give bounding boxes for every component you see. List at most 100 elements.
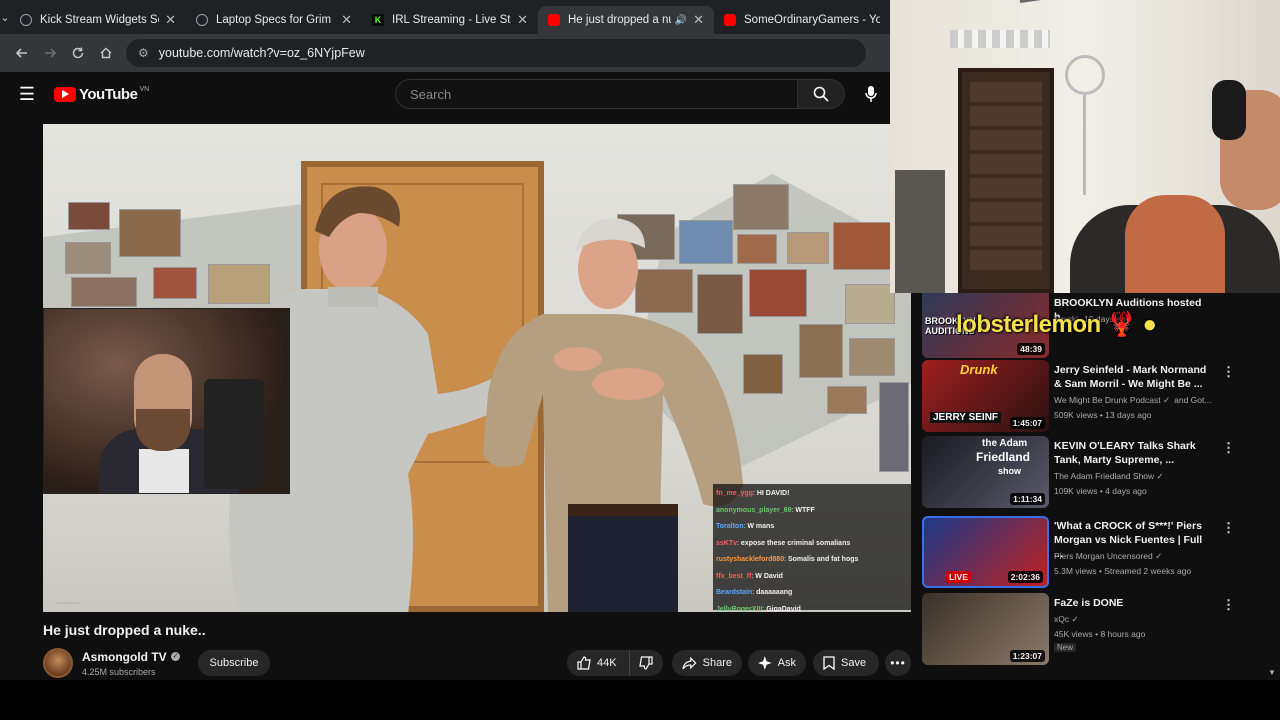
save-button[interactable]: Save [813,650,879,676]
wall-photo [833,222,891,270]
browser-tab[interactable]: He just dropped a nuk 🔊 ✕ [538,6,714,34]
subscriber-count: 4.25M subscribers [82,667,156,677]
video-thumbnail[interactable]: 2:02:36 LIVE [922,516,1049,588]
share-icon [682,656,697,669]
like-button[interactable]: 44K [567,650,629,676]
tab-close-icon[interactable]: ✕ [165,12,176,28]
chat-message: anonymous_player_69: WTFF [716,503,908,520]
save-label: Save [841,657,867,669]
back-icon[interactable] [8,39,36,67]
wall-photo [119,209,181,257]
stream-chat-overlay: fn_me_ygg: HI DAVID! anonymous_player_69:… [713,484,911,613]
more-vertical-icon[interactable]: ⋮ [1222,440,1235,456]
chat-message: ssKTv: expose these criminal somalians [716,536,908,553]
search-input[interactable]: Search [395,79,798,109]
recommendation-channel[interactable]: We Might Be Drunk Podcast ✓ and Got... [1054,393,1211,408]
wall-photo [799,324,843,378]
tab-audio-icon[interactable]: 🔊 [675,15,687,26]
recommendation-item[interactable]: 2:02:36 LIVE 'What a CROCK of S***!' Piers… [922,516,1280,592]
more-vertical-icon[interactable]: ⋮ [1222,520,1235,536]
video-title: He just dropped a nuke.. [43,622,206,638]
overlay-text: lobsterlemon [956,311,1101,338]
chat-message: rustyshackleford880: Somalis and fat hog… [716,552,908,569]
video-thumbnail[interactable]: Drunk JERRY SEINF 1:45:07 [922,360,1049,432]
verified-icon: ✓ [1069,614,1079,624]
irl-webcam [890,0,1280,293]
recommendation-channel[interactable]: xQc ✓ [1054,612,1079,627]
wall-photo [65,242,111,274]
chat-text: daaaaaang [756,589,793,596]
browser-tab[interactable]: K IRL Streaming - Live Strean ✕ [362,6,538,34]
video-player[interactable]: fn_me_ygg: HI DAVID! anonymous_player_69:… [43,124,911,612]
video-duration: 2:02:36 [1007,571,1043,583]
chat-text: HI DAVID! [756,490,790,497]
tab-close-icon[interactable]: ✕ [517,12,528,28]
ask-button[interactable]: Ask [748,650,806,676]
tab-close-icon[interactable]: ✕ [693,12,704,28]
tab-title: SomeOrdinaryGamers - Yo [744,14,880,26]
verified-icon: ✓ [1160,395,1171,405]
scroll-down-icon[interactable]: ▼ [1268,668,1276,677]
more-horizontal-icon: ••• [890,656,906,670]
url-text: youtube.com/watch?v=oz_6NYjpFew [158,46,365,60]
menu-icon[interactable]: ☰ [0,84,54,105]
wall-photo [787,232,829,264]
recommendation-item[interactable]: the Adam Friedland show 1:11:34 KEVIN O'LEAR… [922,436,1280,512]
browser-tab[interactable]: Kick Stream Widgets Setup ✕ [10,6,186,34]
ask-label: Ask [777,657,796,669]
site-info-icon[interactable]: ⚙ [138,46,149,60]
bottom-black-bar [0,680,1280,720]
forward-icon[interactable] [36,39,64,67]
more-vertical-icon[interactable]: ⋮ [1222,364,1235,380]
recommendation-title[interactable]: FaZe is DONE [1054,596,1210,610]
search-button[interactable] [797,79,845,109]
share-button[interactable]: Share [672,650,742,676]
dislike-button[interactable] [629,650,663,676]
home-icon[interactable] [92,39,120,67]
channel-name[interactable]: Asmongold TV [82,650,167,664]
voice-search-button[interactable] [858,83,884,105]
share-label: Share [702,657,732,669]
wall-photo [68,202,110,230]
verified-icon: ✓ [171,652,180,661]
channel-label: Piers Morgan Uncensored [1054,551,1153,561]
chat-message: Beardstain: daaaaaang [716,585,908,602]
browser-tab[interactable]: Laptop Specs for Grim Dav ✕ [186,6,362,34]
reload-icon[interactable] [64,39,92,67]
video-thumbnail[interactable]: 1:23:07 [922,593,1049,665]
chat-message: JellyRogerXIII: GigaDavid [716,602,908,613]
recommendation-item[interactable]: Drunk JERRY SEINF 1:45:07 Jerry Seinfeld - … [922,360,1280,436]
more-actions-button[interactable]: ••• [885,650,911,676]
chat-username: Toralton [716,523,744,530]
recommendation-title[interactable]: Jerry Seinfeld - Mark Normand & Sam Morr… [1054,363,1210,391]
youtube-logo[interactable]: YouTube VN [54,86,149,103]
tab-close-icon[interactable]: ✕ [341,12,352,28]
subscribe-button[interactable]: Subscribe [198,650,270,676]
tab-search-dropdown-icon[interactable]: ⌄ [0,0,10,34]
thumbnail-text: Friedland [976,450,1031,464]
streamer-webcam [43,308,290,494]
recommendation-channel[interactable]: Piers Morgan Uncensored ✓ [1054,549,1162,564]
recommendation-title[interactable]: KEVIN O'LEARY Talks Shark Tank, Marty Su… [1054,439,1210,467]
tab-favicon-icon [548,14,560,26]
channel-avatar[interactable] [43,648,73,678]
video-duration: 1:23:07 [1009,650,1045,662]
new-badge: New [1054,643,1077,652]
chat-text: expose these criminal somalians [740,539,851,547]
wall-photo [153,267,197,299]
recommendation-meta: 5.3M views • Streamed 2 weeks ago [1054,566,1192,576]
search-icon [813,86,829,102]
browser-tab[interactable]: SomeOrdinaryGamers - Yo [714,6,890,34]
address-bar[interactable]: ⚙ youtube.com/watch?v=oz_6NYjpFew [126,39,866,67]
recommendation-channel[interactable]: The Adam Friedland Show ✓ [1054,469,1164,484]
channel-label: We Might Be Drunk Podcast [1054,395,1161,405]
progress-indicator [57,602,79,604]
chat-username: anonymous_player_69 [716,506,792,514]
recommendation-item[interactable]: 1:23:07 FaZe is DONE xQc ✓ 45K views • 8 ho… [922,593,1280,669]
video-thumbnail[interactable]: the Adam Friedland show 1:11:34 [922,436,1049,508]
tab-favicon-icon: K [372,14,384,26]
tab-title: Laptop Specs for Grim Dav [216,14,335,26]
browser-tab-strip: ⌄ Kick Stream Widgets Setup✕Laptop Specs… [0,0,890,34]
more-vertical-icon[interactable]: ⋮ [1222,597,1235,613]
wall-photo [879,382,909,472]
